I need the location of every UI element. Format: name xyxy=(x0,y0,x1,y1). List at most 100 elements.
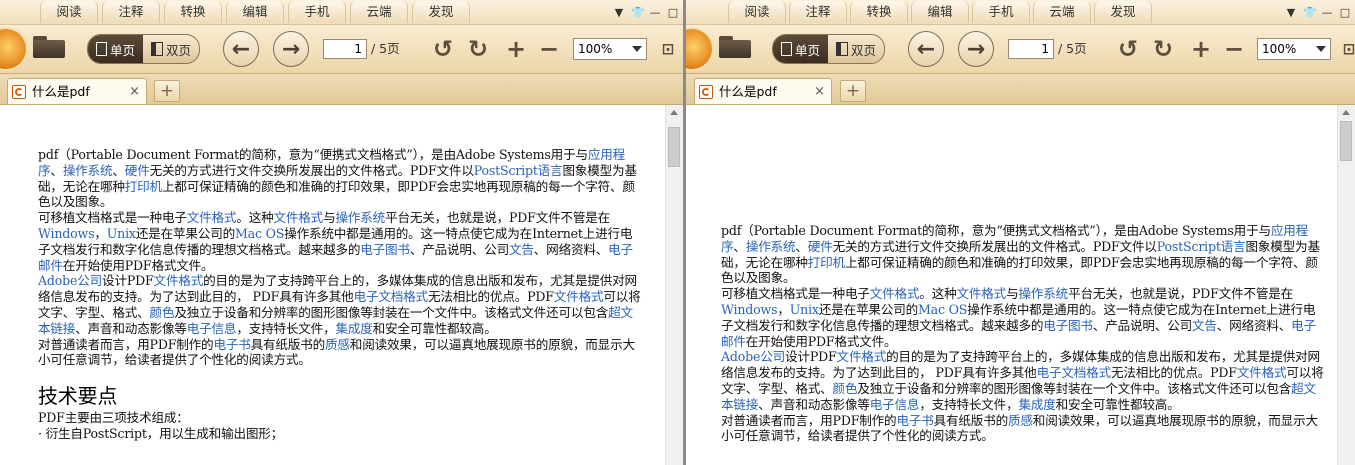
menu-convert[interactable]: 转换 xyxy=(850,1,908,23)
hyperlink[interactable]: 硬件 xyxy=(125,163,150,178)
hyperlink[interactable]: 文告 xyxy=(1192,318,1217,333)
presentation-icon[interactable]: ⊡ xyxy=(1336,36,1355,62)
menu-read[interactable]: 阅读 xyxy=(728,1,786,23)
rotate-right-icon[interactable]: ↻ xyxy=(1150,36,1176,62)
scroll-thumb[interactable] xyxy=(1340,121,1352,161)
rotate-right-icon[interactable]: ↻ xyxy=(465,36,491,62)
hyperlink[interactable]: 文件格式 xyxy=(187,210,237,225)
hyperlink[interactable]: 电子信息 xyxy=(870,397,920,412)
scroll-up-icon[interactable] xyxy=(1342,110,1350,115)
menu-discover[interactable]: 发现 xyxy=(412,1,470,23)
minimize-icon[interactable]: — xyxy=(649,6,661,19)
dropdown-caret-icon[interactable]: ▼ xyxy=(613,6,625,19)
scroll-up-icon[interactable] xyxy=(670,110,678,115)
app-logo-icon[interactable] xyxy=(686,29,712,69)
hyperlink[interactable]: 文件格式 xyxy=(957,286,1007,301)
hyperlink[interactable]: Windows xyxy=(721,302,778,317)
hyperlink[interactable]: Unix xyxy=(107,226,136,241)
hyperlink[interactable]: 质感 xyxy=(325,337,350,352)
hyperlink[interactable]: 操作系统 xyxy=(335,210,385,225)
zoom-in-icon[interactable]: + xyxy=(503,36,529,62)
hyperlink[interactable]: 操作系统 xyxy=(1018,286,1068,301)
hyperlink[interactable]: Adobe公司 xyxy=(721,349,785,364)
hyperlink[interactable]: 电子文档格式 xyxy=(354,289,429,304)
hyperlink[interactable]: 电子信息 xyxy=(187,321,237,336)
menu-mobile[interactable]: 手机 xyxy=(288,1,346,23)
prev-page-icon[interactable]: ← xyxy=(908,31,944,67)
hyperlink[interactable]: 电子图书 xyxy=(360,242,410,257)
hyperlink[interactable]: 文件格式 xyxy=(274,210,324,225)
menu-annotate[interactable]: 注释 xyxy=(102,1,160,23)
vertical-scrollbar[interactable] xyxy=(1337,105,1355,465)
menu-cloud[interactable]: 云端 xyxy=(1033,1,1091,23)
maximize-icon[interactable]: □ xyxy=(667,6,679,19)
hyperlink[interactable]: PostScript语言 xyxy=(1157,239,1246,254)
prev-page-icon[interactable]: ← xyxy=(223,31,259,67)
hyperlink[interactable]: Adobe公司 xyxy=(38,273,102,288)
zoom-out-icon[interactable]: − xyxy=(1221,36,1247,62)
hyperlink[interactable]: 文告 xyxy=(509,242,534,257)
next-page-icon[interactable]: → xyxy=(273,31,309,67)
open-folder-icon[interactable] xyxy=(33,33,67,59)
hyperlink[interactable]: 文件格式 xyxy=(837,349,887,364)
document-page[interactable]: pdf（Portable Document Format的简称，意为“便携式文档… xyxy=(686,105,1338,465)
hyperlink[interactable]: 操作系统 xyxy=(63,163,113,178)
minimize-icon[interactable]: — xyxy=(1321,6,1333,19)
hyperlink[interactable]: PostScript语言 xyxy=(474,163,563,178)
menu-convert[interactable]: 转换 xyxy=(164,1,222,23)
hyperlink[interactable]: Mac OS xyxy=(918,302,967,317)
hyperlink[interactable]: 集成度 xyxy=(335,321,372,336)
document-page[interactable]: pdf（Portable Document Format的简称，意为“便携式文档… xyxy=(0,105,666,465)
hyperlink[interactable]: Unix xyxy=(790,302,819,317)
maximize-icon[interactable]: □ xyxy=(1339,6,1351,19)
hyperlink[interactable]: 颜色 xyxy=(833,381,858,396)
menu-read[interactable]: 阅读 xyxy=(40,1,98,23)
document-tab[interactable]: 什么是pdf × xyxy=(7,78,147,104)
menu-edit[interactable]: 编辑 xyxy=(911,1,969,23)
hyperlink[interactable]: 集成度 xyxy=(1018,397,1055,412)
menu-mobile[interactable]: 手机 xyxy=(972,1,1030,23)
zoom-in-icon[interactable]: + xyxy=(1188,36,1214,62)
page-number-input[interactable]: 1 xyxy=(323,39,367,59)
zoom-out-icon[interactable]: − xyxy=(536,36,562,62)
single-page-button[interactable]: 单页 xyxy=(88,35,144,63)
scroll-thumb[interactable] xyxy=(668,127,680,167)
close-tab-icon[interactable]: × xyxy=(814,79,825,104)
double-page-button[interactable]: 双页 xyxy=(828,35,884,63)
hyperlink[interactable]: 打印机 xyxy=(808,255,845,270)
hyperlink[interactable]: 操作系统 xyxy=(746,239,796,254)
hyperlink[interactable]: 颜色 xyxy=(150,305,175,320)
hyperlink[interactable]: 文件格式 xyxy=(154,273,204,288)
add-tab-button[interactable]: + xyxy=(154,80,180,102)
hyperlink[interactable]: 文件格式 xyxy=(870,286,920,301)
hyperlink[interactable]: 文件格式 xyxy=(554,289,604,304)
zoom-select[interactable]: 100% xyxy=(1257,38,1331,60)
single-page-button[interactable]: 单页 xyxy=(773,35,829,63)
hyperlink[interactable]: 电子图书 xyxy=(1043,318,1093,333)
close-tab-icon[interactable]: × xyxy=(129,79,140,104)
zoom-select[interactable]: 100% xyxy=(573,38,647,60)
rotate-left-icon[interactable]: ↺ xyxy=(430,36,456,62)
skin-icon[interactable]: 👕 xyxy=(631,6,645,19)
hyperlink[interactable]: Mac OS xyxy=(235,226,284,241)
menu-discover[interactable]: 发现 xyxy=(1094,1,1152,23)
menu-annotate[interactable]: 注释 xyxy=(789,1,847,23)
hyperlink[interactable]: 打印机 xyxy=(125,179,162,194)
hyperlink[interactable]: 硬件 xyxy=(808,239,833,254)
hyperlink[interactable]: Windows xyxy=(38,226,95,241)
rotate-left-icon[interactable]: ↺ xyxy=(1115,36,1141,62)
hyperlink[interactable]: 质感 xyxy=(1008,413,1033,428)
menu-edit[interactable]: 编辑 xyxy=(226,1,284,23)
document-tab[interactable]: 什么是pdf × xyxy=(694,78,832,104)
hyperlink[interactable]: 文件格式 xyxy=(1237,365,1287,380)
dropdown-caret-icon[interactable]: ▼ xyxy=(1285,6,1297,19)
app-logo-icon[interactable] xyxy=(0,29,26,69)
page-number-input[interactable]: 1 xyxy=(1008,39,1054,59)
next-page-icon[interactable]: → xyxy=(958,31,994,67)
menu-cloud[interactable]: 云端 xyxy=(350,1,408,23)
double-page-button[interactable]: 双页 xyxy=(143,35,199,63)
vertical-scrollbar[interactable] xyxy=(665,105,683,465)
open-folder-icon[interactable] xyxy=(719,33,753,59)
hyperlink[interactable]: 电子文档格式 xyxy=(1037,365,1112,380)
hyperlink[interactable]: 电子书 xyxy=(896,413,933,428)
